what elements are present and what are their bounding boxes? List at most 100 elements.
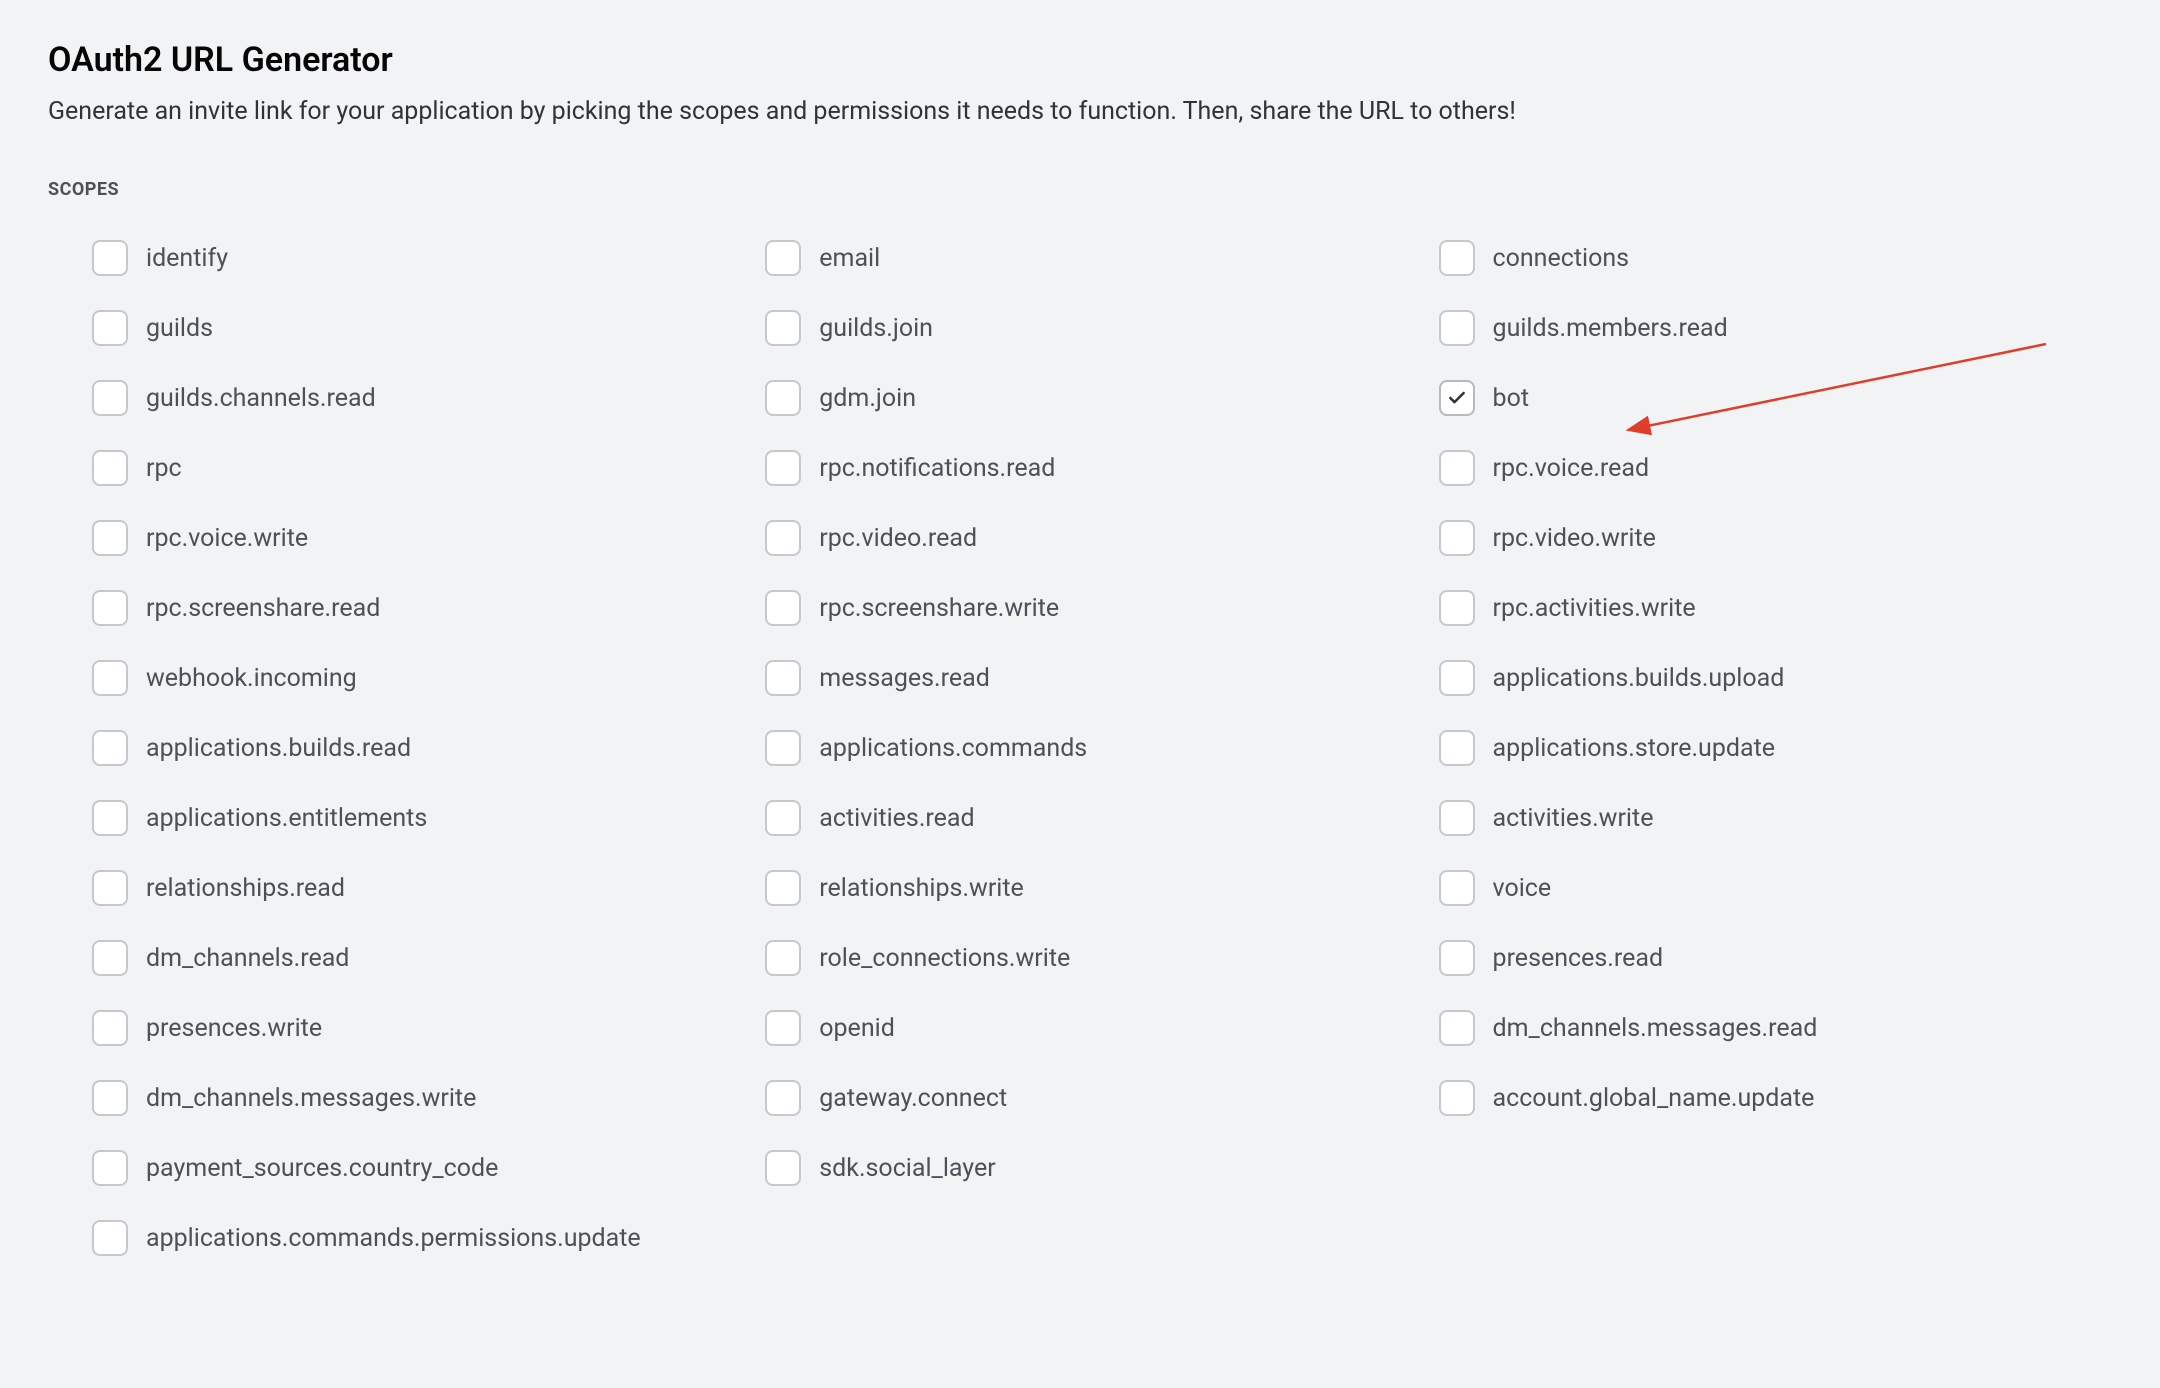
scope-checkbox[interactable]: [765, 940, 801, 976]
scope-label[interactable]: sdk.social_layer: [819, 1154, 995, 1183]
scope-checkbox[interactable]: [92, 1220, 128, 1256]
scope-label[interactable]: webhook.incoming: [146, 664, 357, 693]
scope-label[interactable]: bot: [1493, 384, 1529, 413]
scope-label[interactable]: activities.write: [1493, 804, 1654, 833]
scope-checkbox[interactable]: [765, 310, 801, 346]
scope-label[interactable]: applications.entitlements: [146, 804, 427, 833]
scope-label[interactable]: guilds.channels.read: [146, 384, 376, 413]
scope-item-full-row: applications.commands.permissions.update: [48, 1220, 2112, 1256]
scope-checkbox[interactable]: [765, 590, 801, 626]
scope-checkbox[interactable]: [1439, 240, 1475, 276]
scope-label[interactable]: dm_channels.messages.write: [146, 1084, 476, 1113]
scope-checkbox[interactable]: [765, 1010, 801, 1046]
scope-label[interactable]: rpc.activities.write: [1493, 594, 1696, 623]
scope-label[interactable]: rpc.voice.read: [1493, 454, 1650, 483]
scope-label[interactable]: applications.builds.upload: [1493, 664, 1785, 693]
scope-label[interactable]: rpc.video.write: [1493, 524, 1656, 553]
scope-label[interactable]: identify: [146, 244, 228, 273]
scope-label[interactable]: applications.store.update: [1493, 734, 1775, 763]
scope-checkbox[interactable]: [92, 590, 128, 626]
scope-item: activities.write: [1439, 800, 2112, 836]
scope-item: rpc.notifications.read: [765, 450, 1438, 486]
scope-label[interactable]: rpc.notifications.read: [819, 454, 1055, 483]
scope-label[interactable]: applications.commands: [819, 734, 1087, 763]
scope-item: applications.store.update: [1439, 730, 2112, 766]
scope-item: presences.read: [1439, 940, 2112, 976]
scope-checkbox[interactable]: [92, 730, 128, 766]
scope-checkbox[interactable]: [92, 450, 128, 486]
scope-checkbox[interactable]: [1439, 310, 1475, 346]
scope-item: identify: [92, 240, 765, 276]
scopes-column-1: identify guilds guilds.channels.read rpc rpc…: [92, 240, 765, 1186]
scope-label[interactable]: applications.commands.permissions.update: [146, 1224, 641, 1253]
scope-item: gateway.connect: [765, 1080, 1438, 1116]
scope-checkbox[interactable]: [765, 870, 801, 906]
scope-label[interactable]: guilds.join: [819, 314, 933, 343]
scope-label[interactable]: voice: [1493, 874, 1552, 903]
scope-checkbox[interactable]: [92, 1080, 128, 1116]
scope-item: connections: [1439, 240, 2112, 276]
scope-checkbox[interactable]: [1439, 870, 1475, 906]
scope-label[interactable]: presences.write: [146, 1014, 322, 1043]
scope-label[interactable]: relationships.write: [819, 874, 1024, 903]
scope-label[interactable]: guilds: [146, 314, 213, 343]
scope-checkbox[interactable]: [92, 1010, 128, 1046]
scope-item: relationships.read: [92, 870, 765, 906]
scope-checkbox[interactable]: [92, 240, 128, 276]
scope-label[interactable]: dm_channels.read: [146, 944, 349, 973]
scope-label[interactable]: rpc.screenshare.write: [819, 594, 1059, 623]
scope-label[interactable]: guilds.members.read: [1493, 314, 1728, 343]
scope-checkbox[interactable]: [92, 940, 128, 976]
scope-checkbox[interactable]: [92, 660, 128, 696]
scope-label[interactable]: connections: [1493, 244, 1630, 273]
scope-checkbox[interactable]: [92, 800, 128, 836]
scope-checkbox[interactable]: [765, 240, 801, 276]
scope-checkbox[interactable]: [1439, 380, 1475, 416]
scope-checkbox[interactable]: [1439, 1010, 1475, 1046]
scope-checkbox[interactable]: [1439, 1080, 1475, 1116]
page-subtitle: Generate an invite link for your applica…: [48, 94, 2112, 129]
scope-label[interactable]: gdm.join: [819, 384, 916, 413]
scope-label[interactable]: openid: [819, 1014, 895, 1043]
scope-label[interactable]: rpc.voice.write: [146, 524, 308, 553]
scope-label[interactable]: gateway.connect: [819, 1084, 1007, 1113]
scope-checkbox[interactable]: [92, 870, 128, 906]
scope-checkbox[interactable]: [765, 730, 801, 766]
scope-checkbox[interactable]: [1439, 940, 1475, 976]
scope-label[interactable]: messages.read: [819, 664, 990, 693]
scopes-column-2: email guilds.join gdm.join rpc.notification…: [765, 240, 1438, 1186]
scope-label[interactable]: presences.read: [1493, 944, 1664, 973]
scope-checkbox[interactable]: [765, 520, 801, 556]
scope-item: applications.builds.read: [92, 730, 765, 766]
scope-label[interactable]: applications.builds.read: [146, 734, 411, 763]
scope-checkbox[interactable]: [1439, 660, 1475, 696]
scope-checkbox[interactable]: [92, 380, 128, 416]
scope-checkbox[interactable]: [92, 520, 128, 556]
scope-label[interactable]: rpc: [146, 454, 182, 483]
scope-checkbox[interactable]: [765, 450, 801, 486]
scope-label[interactable]: activities.read: [819, 804, 974, 833]
scope-checkbox[interactable]: [765, 1080, 801, 1116]
scope-checkbox[interactable]: [92, 310, 128, 346]
scope-label[interactable]: dm_channels.messages.read: [1493, 1014, 1818, 1043]
scope-label[interactable]: rpc.screenshare.read: [146, 594, 380, 623]
scope-checkbox[interactable]: [1439, 450, 1475, 486]
scope-checkbox[interactable]: [765, 800, 801, 836]
scope-checkbox[interactable]: [1439, 800, 1475, 836]
scope-checkbox[interactable]: [765, 1150, 801, 1186]
scope-item: dm_channels.messages.read: [1439, 1010, 2112, 1046]
scope-checkbox[interactable]: [765, 660, 801, 696]
scope-checkbox[interactable]: [1439, 730, 1475, 766]
scope-label[interactable]: account.global_name.update: [1493, 1084, 1815, 1113]
scope-label[interactable]: payment_sources.country_code: [146, 1154, 498, 1183]
scope-checkbox[interactable]: [765, 380, 801, 416]
scope-checkbox[interactable]: [92, 1150, 128, 1186]
scope-checkbox[interactable]: [1439, 590, 1475, 626]
scope-label[interactable]: relationships.read: [146, 874, 345, 903]
scope-checkbox[interactable]: [1439, 520, 1475, 556]
scope-label[interactable]: role_connections.write: [819, 944, 1070, 973]
scope-item: guilds.members.read: [1439, 310, 2112, 346]
scope-label[interactable]: rpc.video.read: [819, 524, 977, 553]
scope-label[interactable]: email: [819, 244, 880, 273]
scope-item: applications.entitlements: [92, 800, 765, 836]
